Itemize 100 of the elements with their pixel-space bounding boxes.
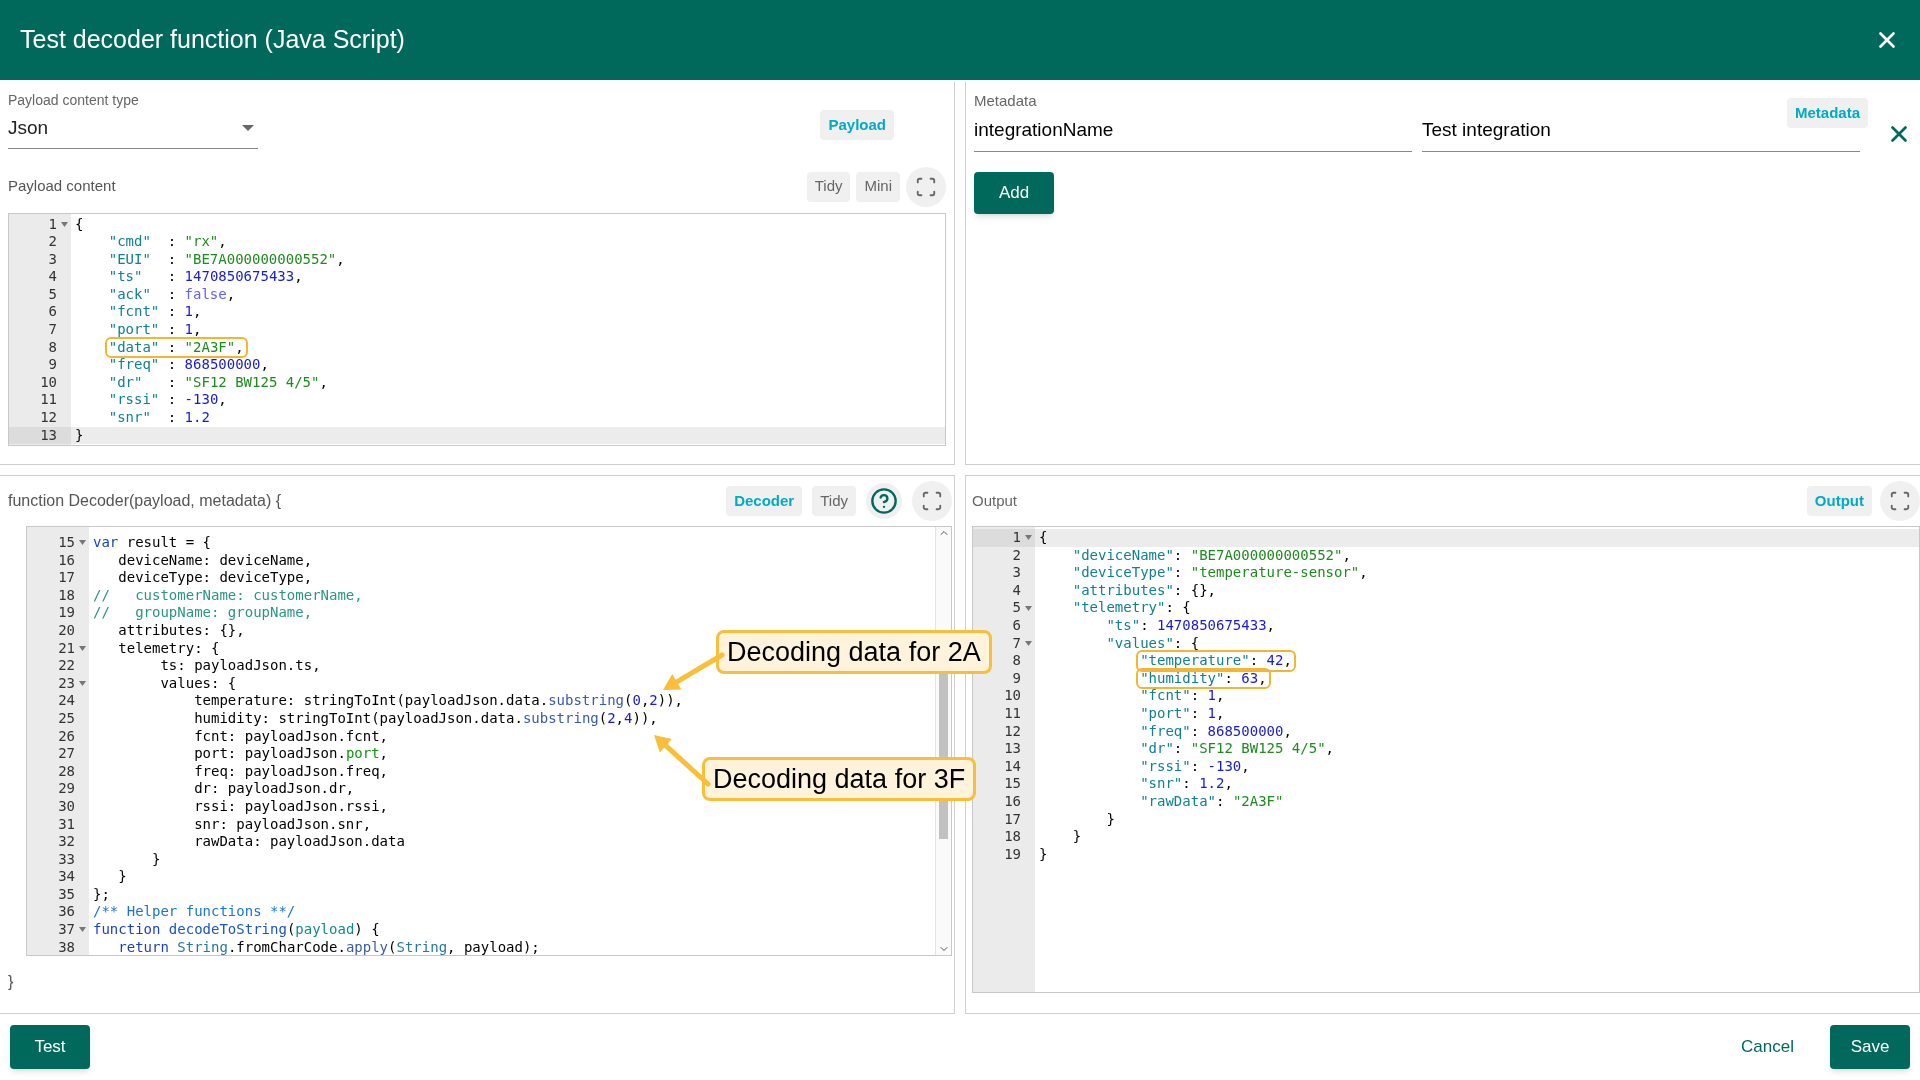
fullscreen-button[interactable]: [1880, 481, 1920, 521]
fold-caret-icon[interactable]: [60, 221, 68, 227]
section-label: Payload content: [8, 176, 116, 197]
editor-action-button[interactable]: Mini: [856, 171, 900, 202]
line-number: 12: [40, 409, 57, 427]
code-line: deviceName: deviceName,: [117, 551, 313, 568]
line-number: 19: [1004, 845, 1021, 864]
line-number: 13: [40, 426, 57, 445]
fold-caret-icon[interactable]: [78, 645, 86, 651]
line-number: 4: [48, 268, 57, 286]
line-number: 5: [1012, 599, 1021, 617]
line-number: 36: [58, 903, 75, 922]
annotation-tooltip: Decoding data for 3F: [702, 757, 977, 801]
code-line: humidity: stringToInt(payloadJson.data.substring(2,4)),: [193, 709, 658, 726]
line-number: 7: [48, 321, 57, 339]
code-line: }: [75, 426, 84, 443]
line-number: 17: [58, 569, 75, 587]
code-line: telemetry: {: [117, 639, 220, 656]
line-number: 33: [58, 850, 75, 869]
code-line: "snr": 1.2,: [1139, 775, 1233, 792]
code-line: deviceType: deviceType,: [117, 569, 313, 586]
dropdown-caret-icon: [242, 125, 254, 132]
section-label: Output: [972, 490, 1018, 511]
fold-caret-icon[interactable]: [78, 681, 86, 687]
code-line: freq: payloadJson.freq,: [193, 762, 388, 779]
code-line: }: [1039, 845, 1048, 862]
line-number: 17: [1004, 810, 1021, 829]
line-number: 12: [1004, 722, 1021, 741]
editor-action-button[interactable]: Tidy: [806, 171, 851, 202]
closing-brace: }: [8, 972, 15, 992]
code-line: "ack" : false,: [107, 285, 236, 302]
line-number: 25: [58, 709, 75, 728]
add-button[interactable]: Add: [974, 171, 1054, 214]
fullscreen-button[interactable]: [906, 166, 946, 207]
dialog-title: Test decoder function (Java Script): [20, 24, 405, 56]
code-line: "rssi" : -130,: [107, 391, 227, 408]
code-line: attributes: {},: [117, 621, 245, 638]
help-button[interactable]: [866, 483, 902, 519]
line-number: 2: [48, 233, 57, 251]
code-line: }: [117, 868, 127, 885]
code-line: "data" : "2A3F",: [107, 338, 244, 355]
code-line: "dr": "SF12 BW125 4/5",: [1139, 740, 1334, 757]
line-number: 7: [1012, 634, 1021, 653]
corners-icon: [1889, 490, 1911, 512]
fold-caret-icon[interactable]: [1024, 640, 1032, 646]
annotation-tooltip: Decoding data for 2A: [716, 630, 992, 674]
test-button[interactable]: Test: [10, 1025, 90, 1069]
corners-icon: [915, 175, 937, 198]
code-line: "snr" : 1.2: [107, 409, 210, 426]
code-line: fcnt: payloadJson.fcnt,: [193, 727, 388, 744]
code-line: ts: payloadJson.ts,: [159, 657, 321, 674]
line-number: 37: [58, 921, 75, 939]
code-line: "deviceType": "temperature-sensor",: [1071, 564, 1368, 581]
save-button[interactable]: Save: [1830, 1025, 1910, 1069]
line-number: 15: [1004, 775, 1021, 793]
code-line: dr: payloadJson.dr,: [193, 780, 355, 797]
fold-caret-icon[interactable]: [78, 540, 86, 546]
line-number: 32: [58, 833, 75, 851]
code-line: values: {: [159, 674, 237, 691]
function-signature: function Decoder(payload, metadata) {: [8, 491, 282, 511]
metadata-key-field[interactable]: integrationName: [974, 116, 1412, 152]
line-number: 22: [58, 657, 75, 675]
fold-caret-icon[interactable]: [78, 927, 86, 933]
code-line: };: [93, 885, 110, 902]
line-number: 3: [48, 250, 57, 269]
line-number: 19: [58, 604, 75, 622]
code-line: "ts" : 1470850675433,: [107, 268, 303, 285]
editor-action-button[interactable]: Tidy: [812, 486, 856, 516]
line-number: 27: [58, 745, 75, 763]
line-number: 24: [58, 692, 75, 710]
fold-caret-icon[interactable]: [1024, 535, 1032, 541]
field-label: Payload content type: [8, 91, 140, 110]
line-number: 11: [40, 391, 57, 410]
callout-arrow: [654, 735, 711, 787]
fullscreen-button[interactable]: [912, 481, 952, 521]
code-line: "port" : 1,: [107, 321, 202, 338]
line-number: 4: [1012, 581, 1021, 600]
fold-caret-icon[interactable]: [1024, 605, 1032, 611]
code-line: "rawData": "2A3F": [1139, 792, 1284, 809]
code-line: "cmd" : "rx",: [107, 233, 227, 250]
line-number: 16: [1004, 792, 1021, 811]
code-line: "deviceName": "BE7A000000000552",: [1071, 546, 1351, 563]
line-number: 13: [1004, 740, 1021, 758]
line-number: 10: [40, 373, 57, 392]
cancel-button[interactable]: Cancel: [1733, 1025, 1802, 1069]
code-line: "humidity": 63,: [1139, 669, 1267, 686]
line-number: 11: [1004, 704, 1021, 723]
line-number: 26: [58, 727, 75, 746]
line-number: 30: [58, 797, 75, 816]
code-line: "freq" : 868500000,: [107, 356, 269, 373]
line-number: 8: [48, 338, 57, 357]
code-line: // customerName: customerName,: [93, 586, 363, 603]
content-type-select[interactable]: Json: [8, 111, 258, 149]
code-line: "rssi": -130,: [1139, 757, 1250, 774]
line-number: 1: [1012, 529, 1021, 547]
code-line: "temperature": 42,: [1139, 652, 1292, 669]
code-line: var result = {: [93, 534, 211, 550]
code-line: }: [151, 850, 161, 867]
code-line: "fcnt" : 1,: [107, 303, 202, 320]
line-number: 8: [1012, 652, 1021, 670]
